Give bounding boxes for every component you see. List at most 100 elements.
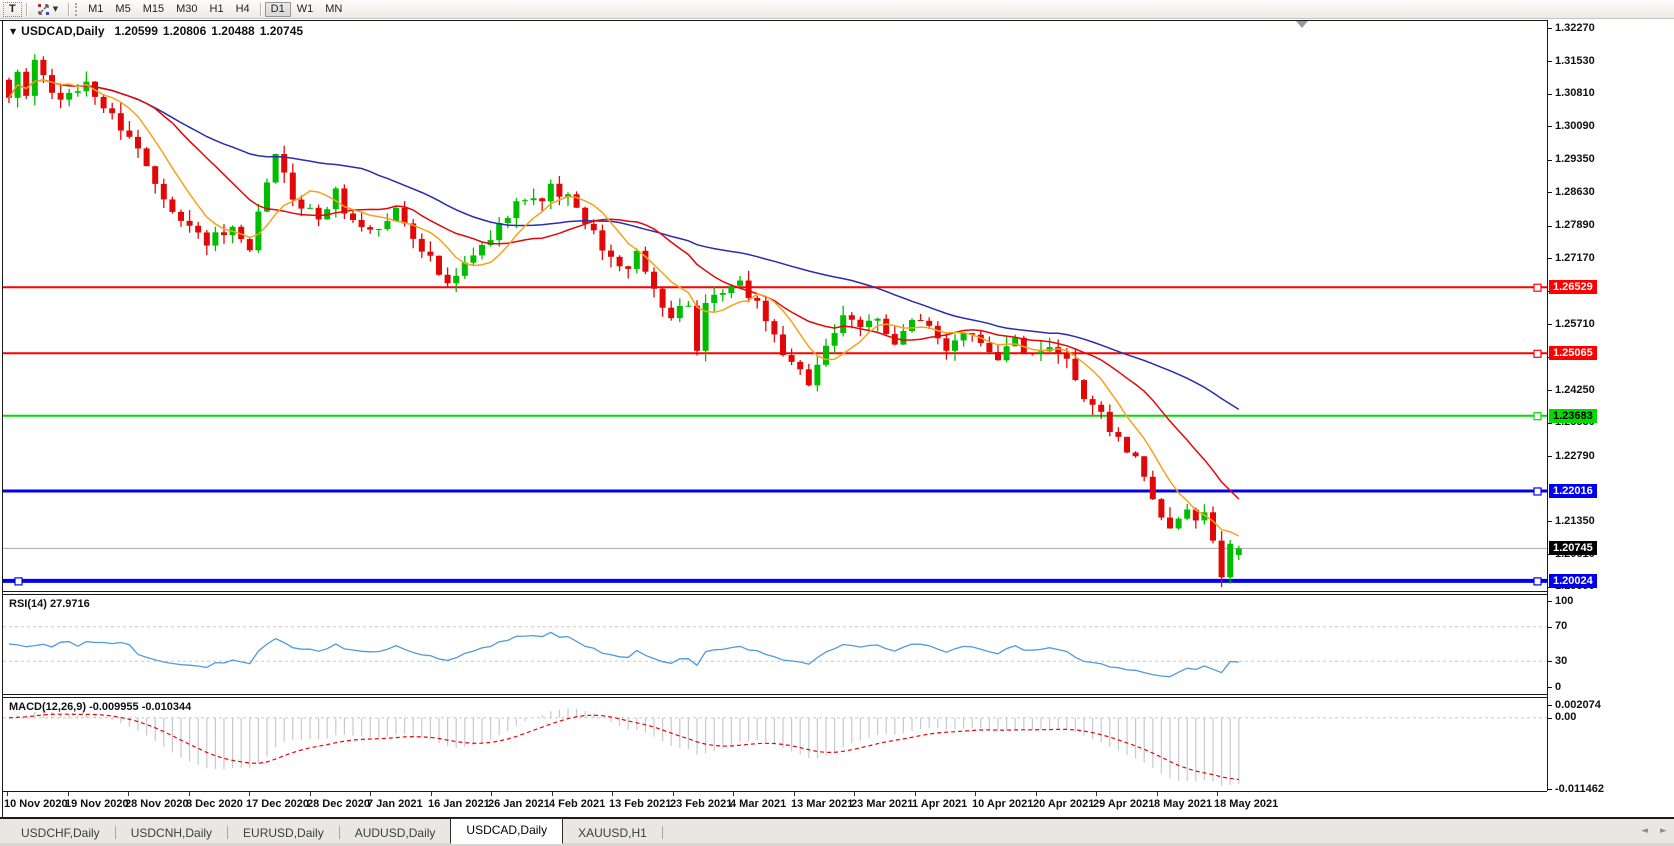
macd-label: MACD(12,26,9) -0.009955 -0.010344 [9, 701, 191, 713]
price-tick-label: 1.27170 [1555, 252, 1595, 265]
date-tick-mark [552, 792, 553, 796]
date-label: 23 Mar 2021 [851, 798, 913, 810]
date-label: 28 Dec 2020 [307, 798, 370, 810]
rsi-label: RSI(14) 27.9716 [9, 598, 90, 610]
macd-scale-label: 0.00 [1555, 711, 1576, 724]
ma-mid-line [9, 80, 1239, 499]
line-drag-handle[interactable] [15, 578, 22, 585]
toolbar-grip[interactable] [75, 3, 77, 16]
diagonal-arrows-icon [37, 3, 50, 16]
line-drag-handle[interactable] [1534, 350, 1541, 357]
date-label: 4 Mar 2021 [730, 798, 786, 810]
price-chart-canvas[interactable] [3, 20, 1547, 591]
chart-tools-button[interactable]: ▼ [31, 2, 64, 17]
price-axis[interactable]: 1.322701.315301.308101.300901.293501.286… [1548, 20, 1674, 791]
price-tick-mark [1548, 160, 1552, 161]
timeframe-button-d1[interactable]: D1 [265, 2, 291, 17]
price-tick-label: 1.32270 [1555, 22, 1595, 35]
price-tick-label: 1.25710 [1555, 318, 1595, 331]
rsi-value: 27.9716 [50, 598, 90, 610]
close-value: 1.20745 [260, 24, 303, 38]
macd-signal-line [9, 714, 1239, 779]
price-tick-label: 1.28630 [1555, 186, 1595, 199]
chart-shift-marker-icon[interactable] [1296, 21, 1308, 28]
date-label: 8 Dec 2020 [186, 798, 243, 810]
macd-canvas[interactable] [3, 698, 1547, 791]
price-tick-mark [1548, 423, 1552, 424]
date-tick-mark [370, 792, 371, 796]
date-label: 8 May 2021 [1154, 798, 1212, 810]
date-tick-mark [68, 792, 69, 796]
timeframe-button-m1[interactable]: M1 [82, 2, 109, 17]
price-tick-mark [1548, 126, 1552, 127]
tab-usdchf[interactable]: USDCHF,Daily [6, 822, 115, 844]
date-tick-mark [7, 792, 8, 796]
low-value: 1.20488 [211, 24, 254, 38]
tab-usdcnh[interactable]: USDCNH,Daily [116, 822, 227, 844]
line-drag-handle[interactable] [1534, 578, 1541, 585]
text-tool-button[interactable]: T [3, 2, 22, 17]
time-axis[interactable]: 10 Nov 202019 Nov 202028 Nov 20208 Dec 2… [3, 792, 1547, 817]
date-label: 17 Dec 2020 [246, 798, 309, 810]
timeframe-button-mn[interactable]: MN [319, 2, 348, 17]
line-drag-handle[interactable] [1534, 284, 1541, 291]
collapse-triangle-icon[interactable]: ▼ [10, 27, 16, 36]
timeframe-button-w1[interactable]: W1 [291, 2, 320, 17]
price-tick-mark [1548, 226, 1552, 227]
chart-tabs: USDCHF,DailyUSDCNH,DailyEURUSD,DailyAUDU… [6, 821, 663, 844]
rsi-tick-mark [1548, 661, 1552, 662]
toolbar-separator [26, 3, 27, 16]
date-tick-mark [975, 792, 976, 796]
line-drag-handle[interactable] [1534, 413, 1541, 420]
tab-scroll-right-icon[interactable]: ► [1660, 826, 1667, 836]
date-tick-mark [310, 792, 311, 796]
date-tick-mark [1036, 792, 1037, 796]
timeframe-button-m15[interactable]: M15 [137, 2, 170, 17]
timeframe-toolbar: M1M5M15M30H1H4 D1W1MN [82, 0, 348, 18]
price-tick-mark [1548, 324, 1552, 325]
date-label: 10 Nov 2020 [4, 798, 68, 810]
tab-eurusd[interactable]: EURUSD,Daily [228, 822, 339, 844]
rsi-tick-mark [1548, 687, 1552, 688]
date-tick-mark [491, 792, 492, 796]
ma-fast-line [9, 80, 1239, 536]
tab-scroll-left-icon[interactable]: ◄ [1641, 826, 1648, 836]
price-level-badge: 1.22016 [1549, 484, 1597, 498]
rsi-canvas[interactable] [3, 595, 1547, 694]
date-tick-mark [1157, 792, 1158, 796]
price-level-badge: 1.23683 [1549, 409, 1597, 423]
dropdown-caret-icon: ▼ [53, 5, 58, 13]
date-tick-mark [733, 792, 734, 796]
timeframe-button-m30[interactable]: M30 [170, 2, 203, 17]
price-tick-label: 1.31530 [1555, 55, 1595, 68]
timeframe-button-h1[interactable]: H1 [204, 2, 230, 17]
price-tick-label: 1.30810 [1555, 87, 1595, 100]
price-tick-mark [1548, 28, 1552, 29]
tab-separator [662, 826, 663, 839]
date-tick-mark [128, 792, 129, 796]
chart-tab-bar: USDCHF,DailyUSDCNH,DailyEURUSD,DailyAUDU… [0, 819, 1674, 846]
price-tick-mark [1548, 521, 1552, 522]
date-label: 20 Apr 2021 [1033, 798, 1094, 810]
price-tick-mark [1548, 456, 1552, 457]
tab-xauusd[interactable]: XAUUSD,H1 [563, 822, 662, 844]
price-tick-mark [1548, 61, 1552, 62]
symbol-period-label: USDCAD,Daily [21, 24, 104, 38]
price-level-badge: 1.26529 [1549, 280, 1597, 294]
date-label: 13 Mar 2021 [791, 798, 853, 810]
date-tick-mark [431, 792, 432, 796]
date-tick-mark [794, 792, 795, 796]
macd-tick-mark [1548, 789, 1552, 790]
tab-audusd[interactable]: AUDUSD,Daily [340, 822, 451, 844]
ma-slow-line [9, 80, 1239, 409]
timeframe-button-h4[interactable]: H4 [230, 2, 256, 17]
open-value: 1.20599 [115, 24, 158, 38]
timeframe-button-m5[interactable]: M5 [109, 2, 136, 17]
tab-usdcad[interactable]: USDCAD,Daily [450, 818, 563, 844]
chart-title: ▼ USDCAD,Daily 1.20599 1.20806 1.20488 1… [10, 24, 303, 38]
line-drag-handle[interactable] [1534, 488, 1541, 495]
date-label: 28 Nov 2020 [125, 798, 189, 810]
price-tick-label: 1.22790 [1555, 450, 1595, 463]
date-label: 1 Apr 2021 [912, 798, 967, 810]
toolbar: T ▼ M1M5M15M30H1H4 D1W1MN [0, 0, 1674, 19]
